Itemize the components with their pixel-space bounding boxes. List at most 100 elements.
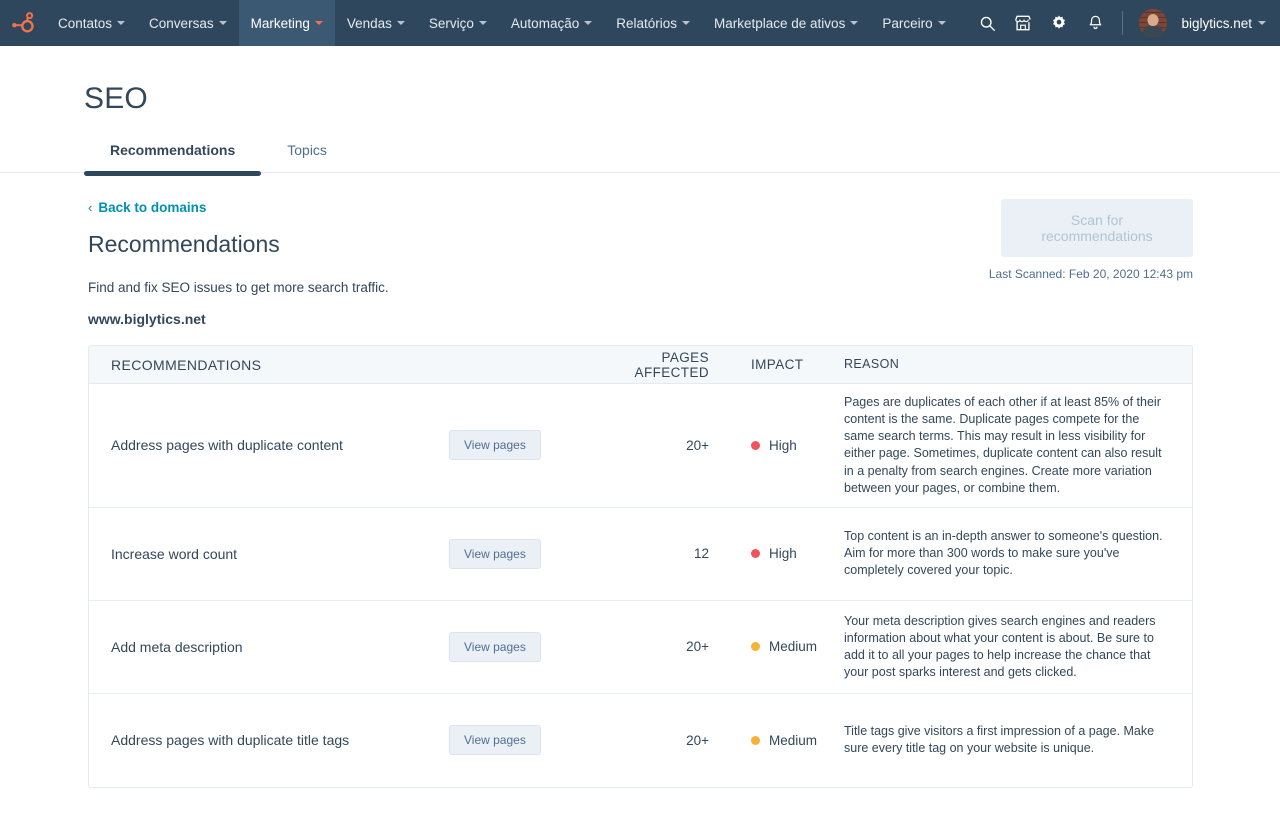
- chevron-down-icon: [682, 21, 690, 25]
- table-row: Add meta description View pages 20+ Medi…: [89, 601, 1192, 694]
- hubspot-sprocket-logo[interactable]: [0, 0, 46, 46]
- nav-item-marketplace-de-ativos[interactable]: Marketplace de ativos: [702, 0, 870, 46]
- scan-for-recommendations-button[interactable]: Scan for recommendations: [1001, 199, 1193, 257]
- nav-item-parceiro[interactable]: Parceiro: [870, 0, 957, 46]
- table-row: Increase word count View pages 12 High T…: [89, 508, 1192, 601]
- nav-item-label: Marketing: [251, 16, 310, 31]
- section-subtitle: Find and fix SEO issues to get more sear…: [88, 280, 1193, 295]
- back-link-label: Back to domains: [98, 200, 206, 215]
- page-title: SEO: [84, 82, 1280, 116]
- nav-divider: [1122, 11, 1123, 35]
- avatar[interactable]: [1139, 9, 1167, 37]
- nav-item-label: Automação: [511, 16, 579, 31]
- last-scanned-timestamp: Last Scanned: Feb 20, 2020 12:43 pm: [893, 267, 1193, 281]
- impact-dot-medium: [751, 736, 760, 745]
- pages-affected-value: 12: [619, 546, 709, 561]
- recommendation-title: Add meta description: [89, 639, 449, 655]
- pages-affected-value: 20+: [619, 639, 709, 654]
- page-header: SEO Recommendations Topics: [0, 46, 1280, 173]
- view-pages-button[interactable]: View pages: [449, 632, 541, 662]
- nav-item-relatorios[interactable]: Relatórios: [604, 0, 702, 46]
- chevron-down-icon: [850, 21, 858, 25]
- reason-text: Pages are duplicates of each other if at…: [844, 394, 1192, 497]
- tab-recommendations[interactable]: Recommendations: [84, 138, 261, 172]
- reason-text: Title tags give visitors a first impress…: [844, 723, 1192, 757]
- impact-cell: Medium: [709, 639, 844, 654]
- nav-item-conversas[interactable]: Conversas: [137, 0, 239, 46]
- reason-text: Your meta description gives search engin…: [844, 613, 1192, 682]
- settings-gear-icon[interactable]: [1048, 12, 1070, 34]
- recommendation-title: Address pages with duplicate content: [89, 437, 449, 453]
- view-pages-cell: View pages: [449, 725, 619, 755]
- nav-item-automacao[interactable]: Automação: [499, 0, 604, 46]
- table-row: Address pages with duplicate content Vie…: [89, 384, 1192, 508]
- impact-dot-medium: [751, 642, 760, 651]
- table-row: Address pages with duplicate title tags …: [89, 694, 1192, 787]
- nav-utility-area: biglytics.net: [976, 0, 1280, 46]
- impact-label: Medium: [769, 733, 817, 748]
- account-name-label: biglytics.net: [1181, 16, 1252, 31]
- nav-item-label: Relatórios: [616, 16, 677, 31]
- reason-text: Top content is an in-depth answer to som…: [844, 528, 1192, 579]
- recommendations-table: RECOMMENDATIONS PAGES AFFECTED IMPACT RE…: [88, 345, 1193, 788]
- column-header-impact: IMPACT: [709, 357, 844, 372]
- nav-item-contatos[interactable]: Contatos: [46, 0, 137, 46]
- nav-item-label: Marketplace de ativos: [714, 16, 845, 31]
- column-header-reason: REASON: [844, 356, 1192, 373]
- impact-label: Medium: [769, 639, 817, 654]
- impact-cell: Medium: [709, 733, 844, 748]
- avatar-body: [1142, 25, 1164, 37]
- chevron-down-icon: [397, 21, 405, 25]
- nav-item-vendas[interactable]: Vendas: [335, 0, 417, 46]
- chevron-down-icon: [938, 21, 946, 25]
- account-menu[interactable]: biglytics.net: [1181, 16, 1266, 31]
- pages-affected-value: 20+: [619, 733, 709, 748]
- view-pages-button[interactable]: View pages: [449, 725, 541, 755]
- chevron-left-icon: ‹: [88, 200, 92, 215]
- domain-name: www.biglytics.net: [88, 311, 1193, 327]
- impact-cell: High: [709, 546, 844, 561]
- view-pages-button[interactable]: View pages: [449, 430, 541, 460]
- search-icon[interactable]: [976, 12, 998, 34]
- nav-menu: Contatos Conversas Marketing Vendas Serv…: [46, 0, 958, 46]
- main-content: Scan for recommendations Last Scanned: F…: [0, 173, 1280, 788]
- recommendation-title: Increase word count: [89, 546, 449, 562]
- view-pages-cell: View pages: [449, 539, 619, 569]
- chevron-down-icon: [1258, 21, 1266, 25]
- top-navigation-bar: Contatos Conversas Marketing Vendas Serv…: [0, 0, 1280, 46]
- impact-label: High: [769, 546, 797, 561]
- tab-label: Topics: [287, 142, 327, 158]
- chevron-down-icon: [584, 21, 592, 25]
- tab-topics[interactable]: Topics: [261, 138, 353, 172]
- tab-label: Recommendations: [110, 142, 235, 158]
- chevron-down-icon: [479, 21, 487, 25]
- nav-item-label: Contatos: [58, 16, 112, 31]
- recommendation-title: Address pages with duplicate title tags: [89, 732, 449, 748]
- chevron-down-icon: [219, 21, 227, 25]
- impact-dot-high: [751, 549, 760, 558]
- chevron-down-icon: [117, 21, 125, 25]
- notifications-bell-icon[interactable]: [1084, 12, 1106, 34]
- column-header-recommendations: RECOMMENDATIONS: [89, 357, 449, 373]
- impact-cell: High: [709, 438, 844, 453]
- back-to-domains-link[interactable]: ‹ Back to domains: [88, 200, 206, 215]
- chevron-down-icon: [315, 21, 323, 25]
- column-header-pages-affected: PAGES AFFECTED: [619, 350, 709, 380]
- nav-item-label: Parceiro: [882, 16, 932, 31]
- marketplace-icon[interactable]: [1012, 12, 1034, 34]
- avatar-head: [1148, 14, 1159, 26]
- impact-dot-high: [751, 441, 760, 450]
- nav-item-servico[interactable]: Serviço: [417, 0, 499, 46]
- page-tabs: Recommendations Topics: [84, 138, 1280, 172]
- nav-item-label: Vendas: [347, 16, 392, 31]
- nav-item-label: Serviço: [429, 16, 474, 31]
- view-pages-cell: View pages: [449, 632, 619, 662]
- scan-area: Scan for recommendations Last Scanned: F…: [893, 199, 1193, 281]
- view-pages-cell: View pages: [449, 430, 619, 460]
- nav-item-label: Conversas: [149, 16, 214, 31]
- impact-label: High: [769, 438, 797, 453]
- pages-affected-value: 20+: [619, 438, 709, 453]
- view-pages-button[interactable]: View pages: [449, 539, 541, 569]
- table-header-row: RECOMMENDATIONS PAGES AFFECTED IMPACT RE…: [89, 346, 1192, 384]
- nav-item-marketing[interactable]: Marketing: [239, 0, 335, 46]
